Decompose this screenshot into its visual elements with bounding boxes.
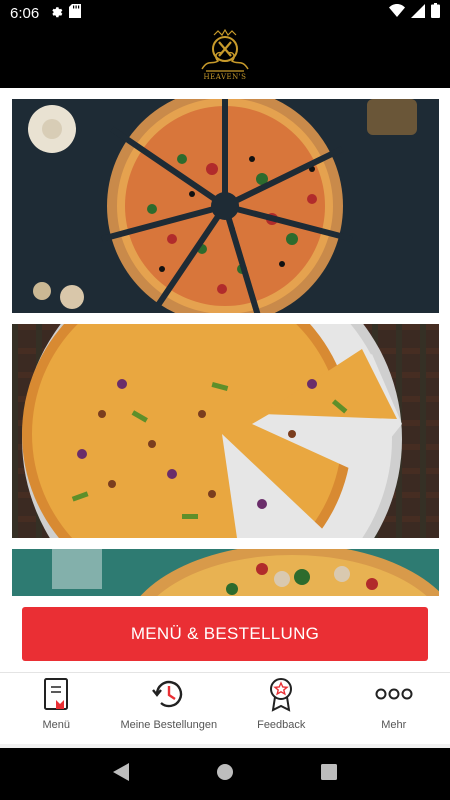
pizza-image-3[interactable]: [12, 549, 439, 596]
cta-area: MENÜ & BESTELLUNG: [0, 596, 450, 672]
more-icon: [374, 675, 414, 713]
pizza-image-2[interactable]: [12, 324, 439, 538]
system-nav-bar: [0, 748, 450, 800]
brand-logo[interactable]: HEAVEN'S: [192, 29, 258, 85]
status-left-icons: [49, 3, 82, 23]
status-right-icons: [389, 3, 440, 23]
settings-icon: [49, 4, 63, 23]
wifi-icon: [389, 4, 405, 22]
status-time: 6:06: [10, 4, 40, 22]
menu-book-icon: [36, 675, 76, 713]
recents-icon[interactable]: [320, 763, 337, 785]
back-icon[interactable]: [113, 762, 130, 786]
award-icon: [261, 675, 301, 713]
logo-text: HEAVEN'S: [203, 73, 247, 81]
nav-item-more[interactable]: Mehr: [338, 673, 450, 744]
bottom-nav: Menü Meine Bestellungen Feedback Mehr: [0, 672, 450, 744]
menu-order-button[interactable]: MENÜ & BESTELLUNG: [22, 607, 428, 661]
nav-item-my-orders[interactable]: Meine Bestellungen: [113, 673, 226, 744]
app-screen: 6:06 HEAVEN'S MENÜ & BESTELLUNG Menü Mei…: [0, 0, 450, 800]
battery-icon: [431, 3, 440, 23]
nav-item-feedback[interactable]: Feedback: [225, 673, 338, 744]
status-bar: 6:06: [0, 0, 450, 26]
image-feed[interactable]: [0, 88, 450, 596]
nav-label-feedback: Feedback: [257, 719, 306, 731]
home-icon[interactable]: [216, 763, 234, 786]
pizza-image-1[interactable]: [12, 99, 439, 313]
nav-label-my-orders: Meine Bestellungen: [120, 719, 218, 731]
crown-icon: [201, 29, 249, 72]
nav-item-menu[interactable]: Menü: [0, 673, 113, 744]
sd-card-icon: [69, 3, 82, 23]
cell-signal-icon: [411, 3, 425, 23]
nav-label-more: Mehr: [381, 719, 407, 731]
history-icon: [149, 675, 189, 713]
nav-label-menu: Menü: [42, 719, 71, 731]
app-header: HEAVEN'S: [0, 26, 450, 88]
